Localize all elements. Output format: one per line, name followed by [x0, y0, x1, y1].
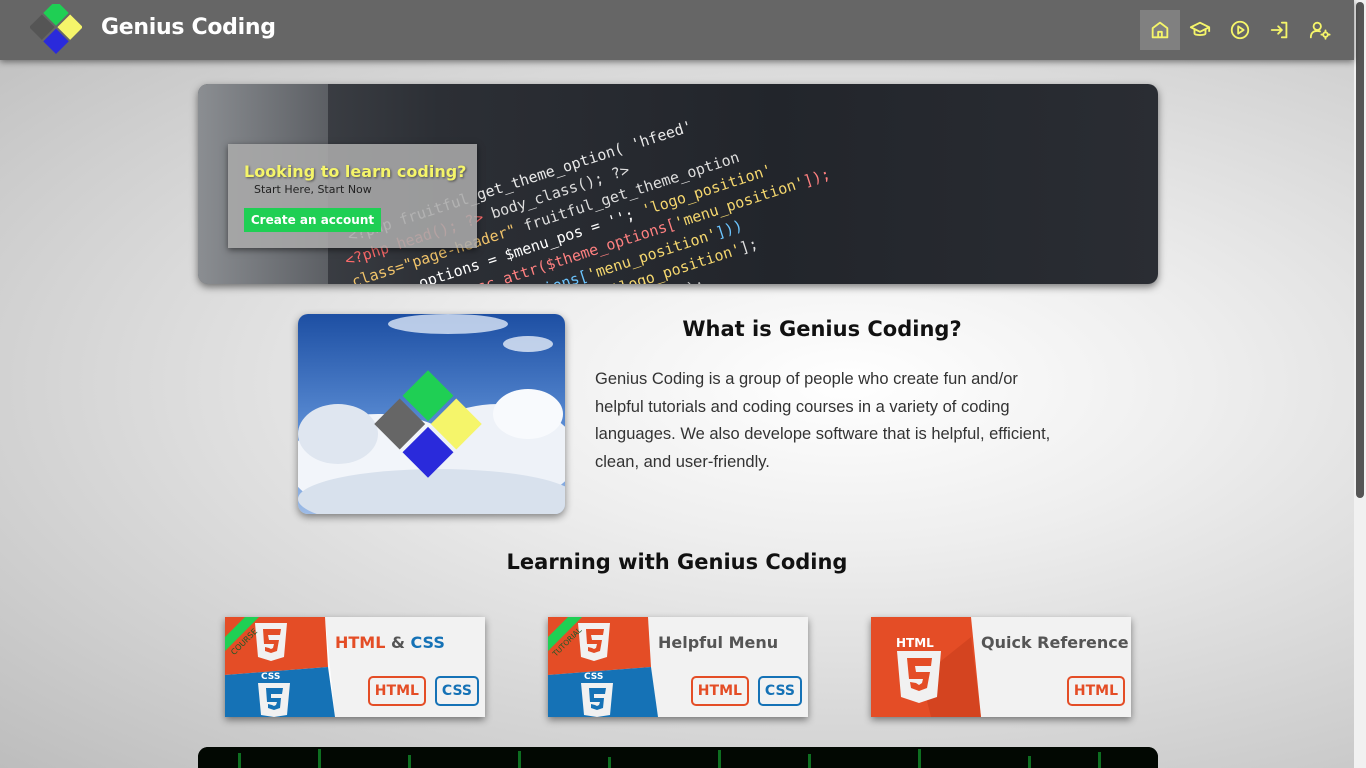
scrollbar-thumb[interactable] — [1356, 2, 1364, 498]
css-logo-text: CSS — [584, 672, 603, 682]
card-title: HTML & CSS — [335, 633, 485, 652]
top-navbar: Genius Coding — [0, 0, 1354, 60]
card-title: Helpful Menu — [658, 633, 779, 652]
learning-section-heading: Learning with Genius Coding — [506, 550, 848, 574]
course-ribbon: COURSE — [229, 627, 259, 657]
card-tags: HTML — [1066, 676, 1125, 706]
matrix-code-banner — [198, 747, 1158, 768]
html-tag[interactable]: HTML — [1066, 676, 1125, 706]
quick-reference-card[interactable]: HTML Quick Reference HTML — [871, 617, 1131, 717]
title-html: HTML — [335, 633, 386, 652]
create-account-button[interactable]: Create an account — [244, 208, 381, 232]
nav-icon-bar — [1140, 10, 1340, 50]
html5-logo-art: HTML — [871, 617, 981, 717]
css-logo-text: CSS — [261, 672, 280, 682]
sky-cloud-image — [298, 314, 565, 514]
hero-callout-card: Looking to learn coding? Start Here, Sta… — [228, 144, 477, 248]
html5-shield-icon — [897, 651, 941, 703]
title-css: CSS — [410, 633, 445, 652]
tutorial-ribbon: TUTORIAL — [550, 625, 584, 657]
home-icon — [1151, 21, 1169, 39]
html-css-course-card[interactable]: CSS COURSE HTML & CSS HTML CSS — [225, 617, 485, 717]
css3-shield-icon — [258, 683, 290, 717]
css3-shield-icon — [581, 683, 613, 717]
about-description: Genius Coding is a group of people who c… — [595, 370, 1051, 471]
html5-logo-text: HTML — [896, 636, 934, 650]
login-icon — [1270, 21, 1288, 39]
matrix-code-image — [198, 747, 1158, 768]
graduation-cap-icon — [1189, 21, 1211, 36]
play-circle-icon — [1230, 20, 1250, 40]
html-tag[interactable]: HTML — [367, 676, 426, 706]
hero-title: Looking to learn coding? — [244, 162, 467, 181]
html-tag[interactable]: HTML — [690, 676, 749, 706]
nav-tutorials-button[interactable] — [1220, 10, 1260, 50]
page-scrollbar[interactable] — [1354, 0, 1366, 768]
nav-home-button[interactable] — [1140, 10, 1180, 50]
nav-account-settings-button[interactable] — [1300, 10, 1340, 50]
about-heading: What is Genius Coding? — [682, 317, 962, 341]
ribbon-label: COURSE — [229, 627, 259, 657]
ribbon-label: TUTORIAL — [550, 625, 584, 657]
brand-name[interactable]: Genius Coding — [101, 15, 276, 40]
hero-banner: <?php fruitful_get_theme_option( 'hfeed'… — [198, 84, 1158, 284]
card-tags: HTML CSS — [367, 676, 479, 706]
nav-login-button[interactable] — [1260, 10, 1300, 50]
title-ampersand: & — [385, 633, 411, 652]
nav-courses-button[interactable] — [1180, 10, 1220, 50]
card-tags: HTML CSS — [690, 676, 802, 706]
genius-coding-logo[interactable] — [30, 4, 82, 56]
css-tag[interactable]: CSS — [757, 676, 802, 706]
user-settings-icon — [1309, 21, 1331, 40]
about-sky-logo-image — [298, 314, 565, 514]
css-tag[interactable]: CSS — [434, 676, 479, 706]
hero-subtitle: Start Here, Start Now — [254, 183, 372, 196]
card-title: Quick Reference — [981, 633, 1129, 652]
helpful-menu-tutorial-card[interactable]: CSS TUTORIAL Helpful Menu HTML CSS — [548, 617, 808, 717]
